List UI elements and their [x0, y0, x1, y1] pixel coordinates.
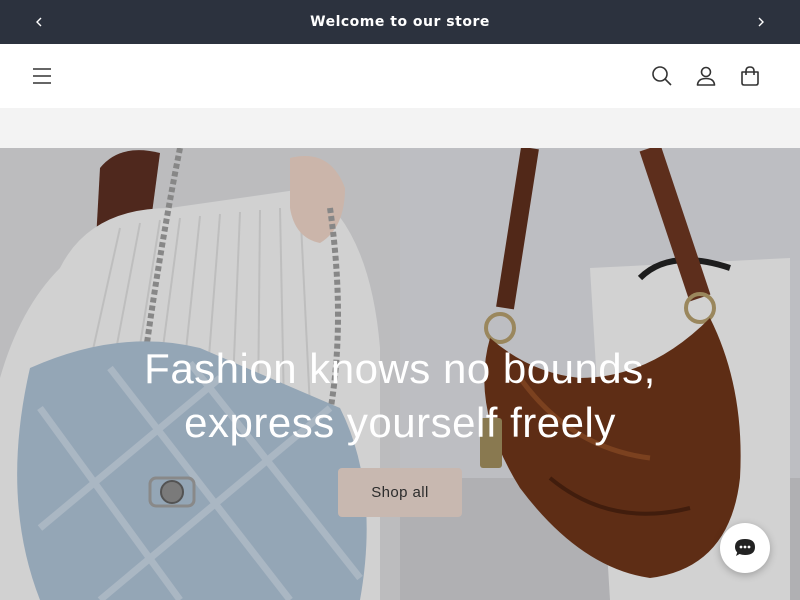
header-divider-strip	[0, 108, 800, 148]
search-icon	[652, 66, 672, 86]
hero-banner: Fashion knows no bounds, express yoursel…	[0, 148, 800, 600]
announcement-bar: Welcome to our store	[0, 0, 800, 44]
hero-heading-line-2: express yourself freely	[184, 399, 616, 446]
account-button[interactable]	[692, 62, 720, 90]
account-icon	[696, 66, 716, 86]
chevron-left-icon	[36, 17, 42, 27]
announcement-next-button[interactable]	[739, 0, 783, 44]
hero-content: Fashion knows no bounds, express yoursel…	[0, 342, 800, 517]
shopping-bag-icon	[741, 66, 759, 86]
announcement-text: Welcome to our store	[310, 14, 490, 30]
hero-heading-line-1: Fashion knows no bounds,	[144, 345, 656, 392]
shop-all-button[interactable]: Shop all	[338, 468, 462, 517]
chevron-right-icon	[758, 17, 764, 27]
menu-button[interactable]	[28, 62, 56, 90]
chat-bubble-icon	[735, 539, 755, 556]
hamburger-menu-icon	[33, 68, 51, 84]
chat-button[interactable]	[720, 523, 770, 573]
site-header	[0, 44, 800, 108]
announcement-prev-button[interactable]	[17, 0, 61, 44]
search-button[interactable]	[648, 62, 676, 90]
cart-button[interactable]	[736, 62, 764, 90]
